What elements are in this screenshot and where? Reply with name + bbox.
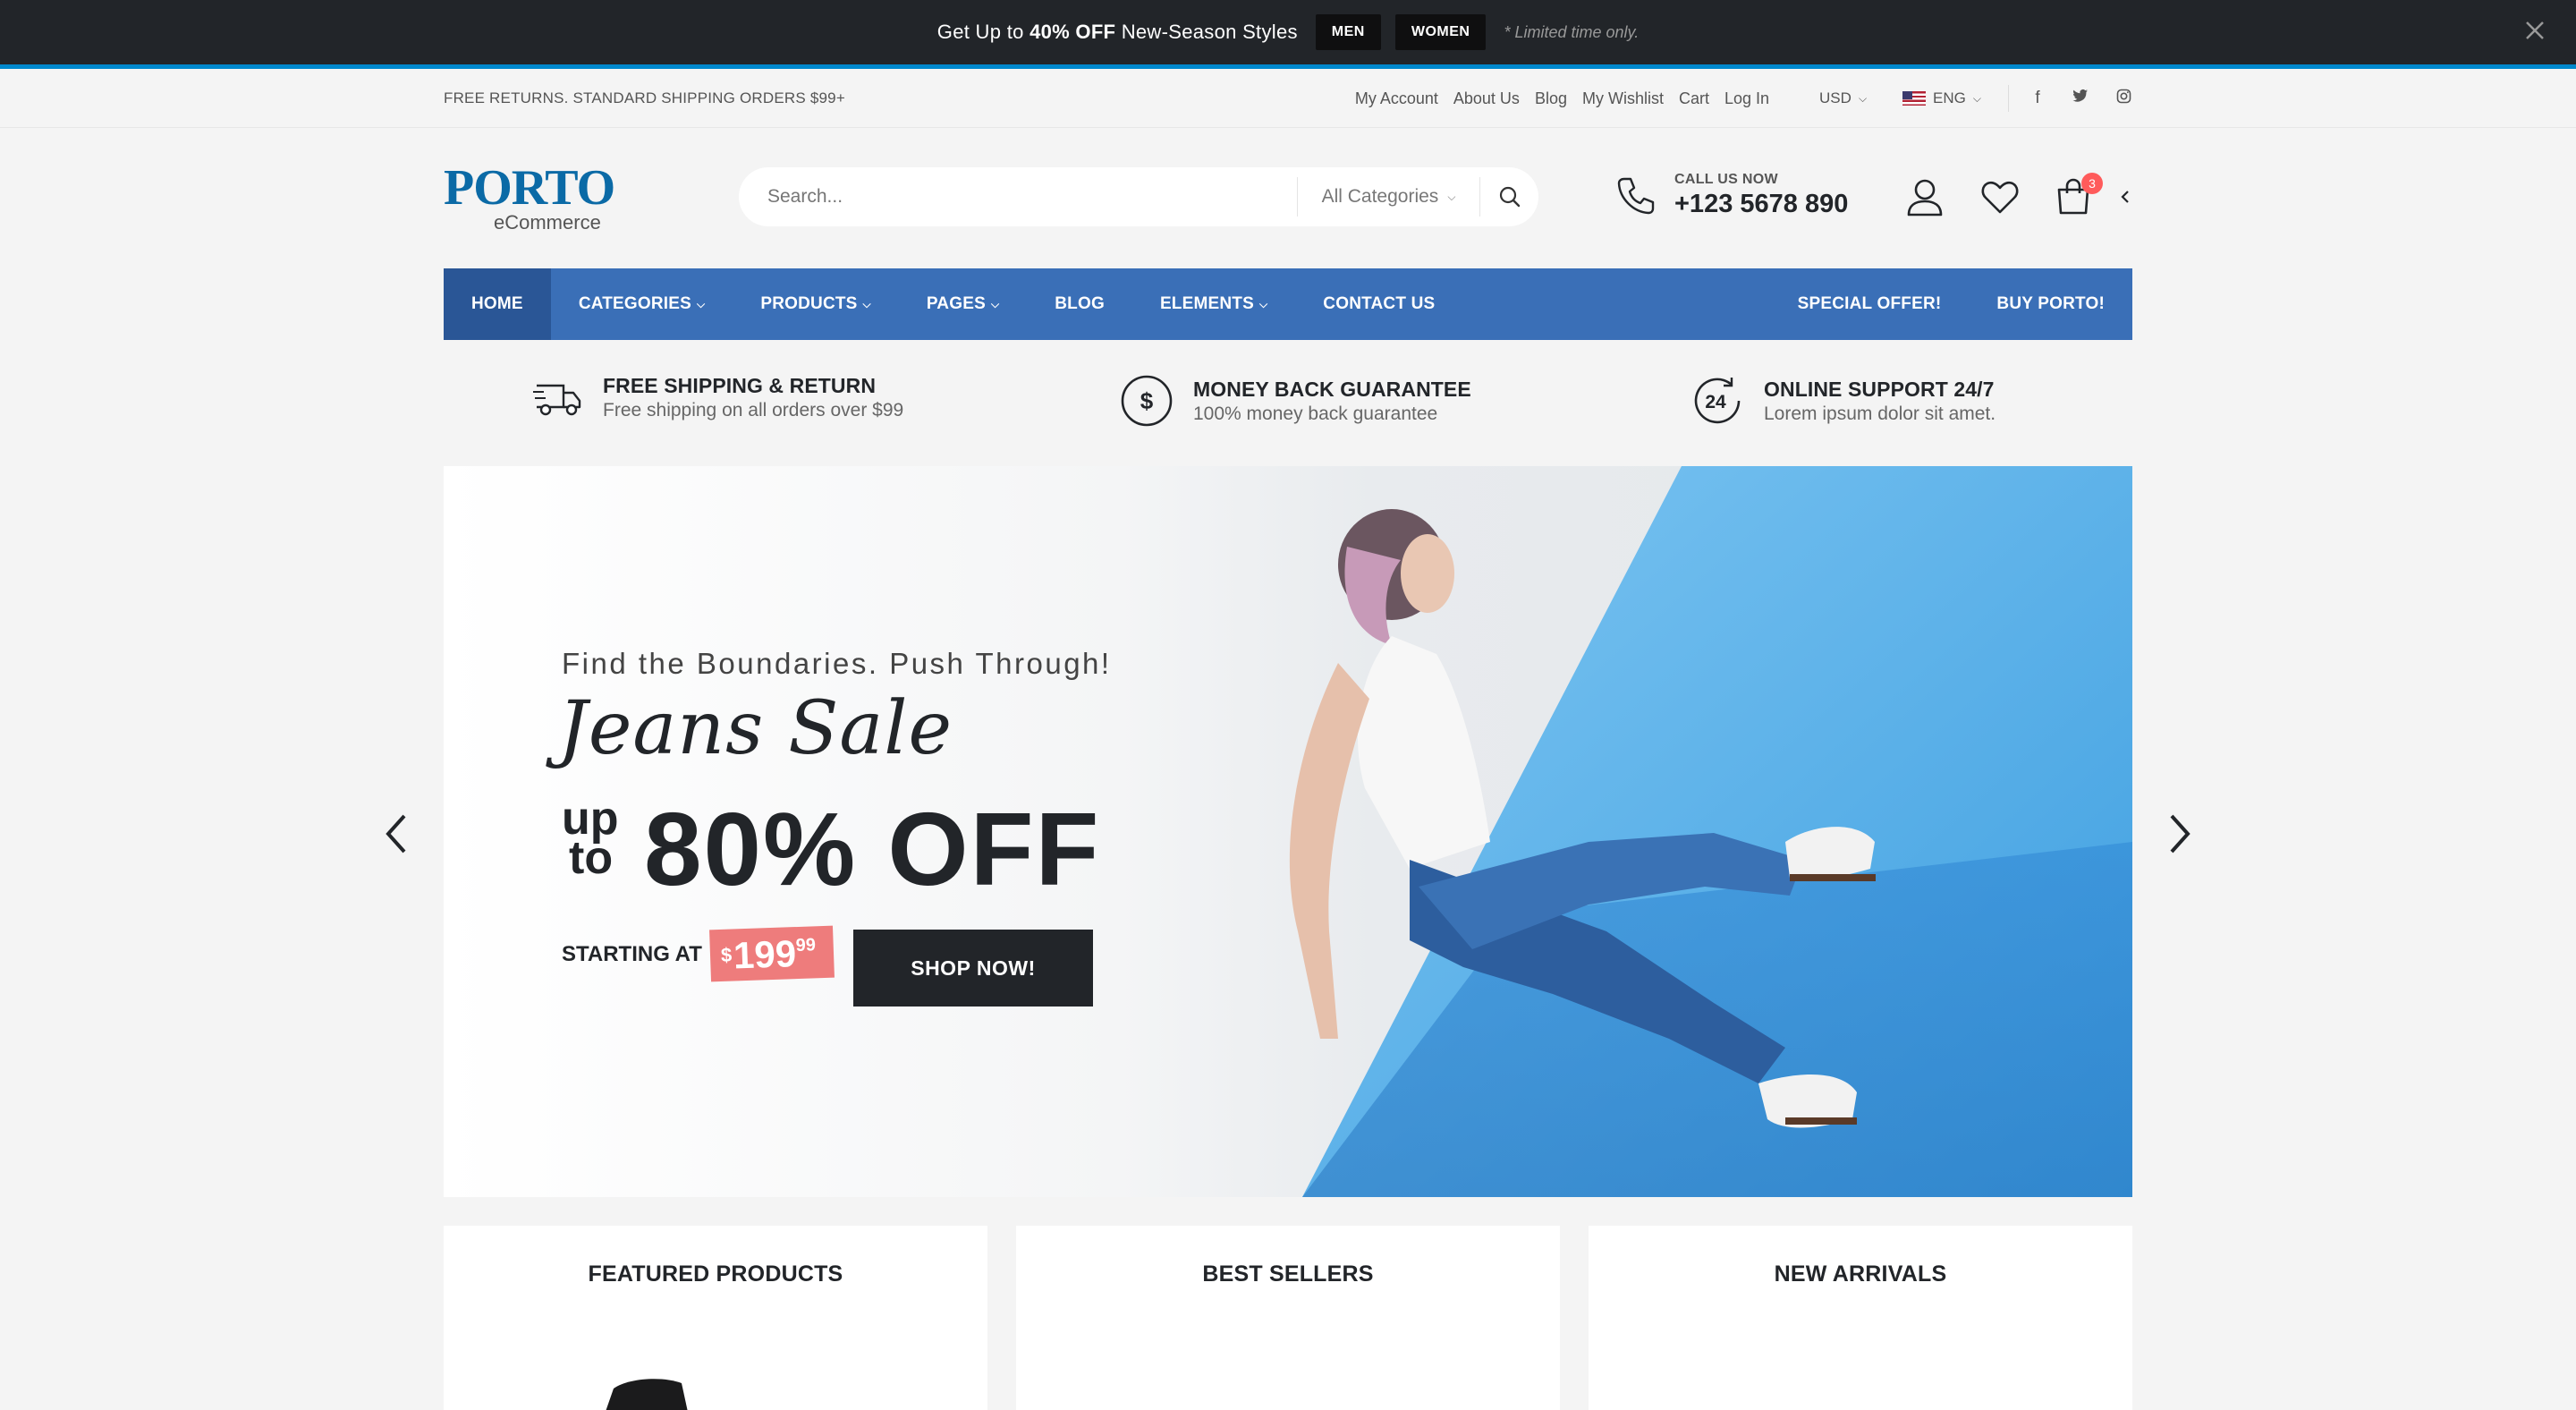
svg-text:$: $ [1140, 387, 1154, 414]
hero-script-title: Jeans Sale [558, 686, 953, 771]
call-label: CALL US NOW [1674, 172, 1778, 187]
divider [2008, 85, 2009, 112]
promo-text: Get Up to 40% OFF New-Season Styles [936, 21, 1298, 43]
chevron-down-icon: ⌵ [990, 297, 1000, 310]
nav-blog[interactable]: BLOG [1027, 268, 1132, 340]
feature-desc: Lorem ipsum dolor sit amet. [1764, 403, 1996, 424]
feature-money-back: $ MONEY BACK GUARANTEE 100% money back g… [1120, 374, 1471, 428]
category-select[interactable]: All Categories ⌵ [1297, 177, 1479, 217]
currency-select[interactable]: USD ⌵ [1819, 89, 1867, 107]
phone-number[interactable]: +123 5678 890 [1674, 190, 1848, 219]
chevron-down-icon: ⌵ [1259, 297, 1268, 310]
hero-discount: 80% OFF [644, 791, 1101, 907]
nav-categories[interactable]: CATEGORIES ⌵ [551, 268, 733, 340]
link-blog[interactable]: Blog [1535, 89, 1567, 108]
link-about-us[interactable]: About Us [1453, 89, 1520, 108]
search-bar: All Categories⌵ [739, 167, 1538, 226]
box-title: FEATURED PRODUCTS [588, 1261, 843, 1287]
promo-note: * Limited time only. [1504, 22, 1640, 41]
social-links: f [2029, 89, 2132, 109]
best-sellers-box: BEST SELLERS [1016, 1226, 1560, 1410]
language-select[interactable]: ENG ⌵ [1902, 89, 1981, 107]
chevron-down-icon: ⌵ [1447, 190, 1456, 203]
promo-men-button[interactable]: MEN [1315, 14, 1381, 50]
feature-title: ONLINE SUPPORT 24/7 [1764, 377, 1995, 401]
new-arrivals-box: NEW ARRIVALS [1589, 1226, 2132, 1410]
nav-elements[interactable]: ELEMENTS ⌵ [1132, 268, 1295, 340]
promo-bar: Get Up to 40% OFF New-Season Styles MEN … [0, 0, 2576, 64]
feature-desc: 100% money back guarantee [1193, 403, 1438, 424]
us-flag-icon [1902, 91, 1927, 106]
nav-home[interactable]: HOME [444, 268, 551, 340]
hero-upto: up to [562, 793, 619, 884]
hero-starting-at: STARTING AT [562, 942, 702, 966]
facebook-icon[interactable]: f [2029, 89, 2046, 109]
top-links: My Account About Us Blog My Wishlist Car… [1355, 89, 1769, 108]
heart-icon[interactable] [1979, 175, 2021, 218]
feature-title: MONEY BACK GUARANTEE [1193, 377, 1471, 401]
nav-products[interactable]: PRODUCTS ⌵ [733, 268, 899, 340]
search-icon [1499, 186, 1520, 208]
search-input[interactable] [739, 167, 1297, 226]
user-icon[interactable] [1903, 175, 1946, 218]
box-title: BEST SELLERS [1202, 1261, 1374, 1287]
shop-now-button[interactable]: SHOP NOW! [853, 930, 1093, 1007]
header-top: FREE RETURNS. STANDARD SHIPPING ORDERS $… [0, 69, 2576, 128]
support-24-icon: 24 [1694, 378, 1741, 424]
phone-icon [1617, 177, 1655, 214]
twitter-icon[interactable] [2072, 89, 2089, 109]
chevron-down-icon: ⌵ [1972, 91, 1981, 105]
feature-desc: Free shipping on all orders over $99 [603, 400, 904, 420]
feature-shipping: FREE SHIPPING & RETURN Free shipping on … [533, 374, 903, 421]
instagram-icon[interactable] [2114, 89, 2132, 109]
site-logo[interactable]: PORTO eCommerce [444, 163, 615, 234]
link-my-wishlist[interactable]: My Wishlist [1582, 89, 1664, 108]
price-tag: $ 199 99 [709, 925, 835, 982]
hero-slider: Find the Boundaries. Push Through! Jeans… [444, 466, 2132, 1197]
cart-count-badge: 3 [2081, 173, 2103, 194]
shipping-note: FREE RETURNS. STANDARD SHIPPING ORDERS $… [444, 89, 845, 106]
call-us: CALL US NOW +123 5678 890 [1614, 172, 1848, 219]
nav-contact-us[interactable]: CONTACT US [1295, 268, 1462, 340]
svg-text:24: 24 [1705, 392, 1726, 412]
slider-next-icon[interactable] [2161, 809, 2197, 859]
nav-buy-porto[interactable]: BUY PORTO! [1969, 268, 2132, 340]
feature-support: 24 ONLINE SUPPORT 24/7 Lorem ipsum dolor… [1690, 374, 1996, 428]
feature-title: FREE SHIPPING & RETURN [603, 374, 877, 397]
box-title: NEW ARRIVALS [1774, 1261, 1947, 1287]
slider-prev-icon[interactable] [379, 809, 415, 859]
featured-products-box: FEATURED PRODUCTS [444, 1226, 987, 1410]
nav-pages[interactable]: PAGES ⌵ [899, 268, 1027, 340]
nav-special-offer[interactable]: SPECIAL OFFER! [1770, 268, 1970, 340]
close-icon[interactable] [2519, 14, 2551, 47]
link-cart[interactable]: Cart [1679, 89, 1709, 108]
dollar-circle-icon: $ [1121, 375, 1173, 427]
chevron-down-icon: ⌵ [697, 297, 706, 310]
product-image[interactable] [592, 1371, 726, 1410]
link-log-in[interactable]: Log In [1724, 89, 1769, 108]
chevron-down-icon: ⌵ [862, 297, 871, 310]
promo-women-button[interactable]: WOMEN [1394, 14, 1487, 50]
hero-subtitle: Find the Boundaries. Push Through! [562, 647, 1112, 680]
truck-icon [533, 384, 581, 415]
chevron-left-icon[interactable] [2116, 188, 2134, 206]
link-my-account[interactable]: My Account [1355, 89, 1438, 108]
chevron-down-icon: ⌵ [1858, 91, 1868, 105]
main-nav: HOME CATEGORIES ⌵ PRODUCTS ⌵ PAGES ⌵ BLOG E… [444, 268, 2132, 340]
search-button[interactable] [1479, 177, 1538, 217]
